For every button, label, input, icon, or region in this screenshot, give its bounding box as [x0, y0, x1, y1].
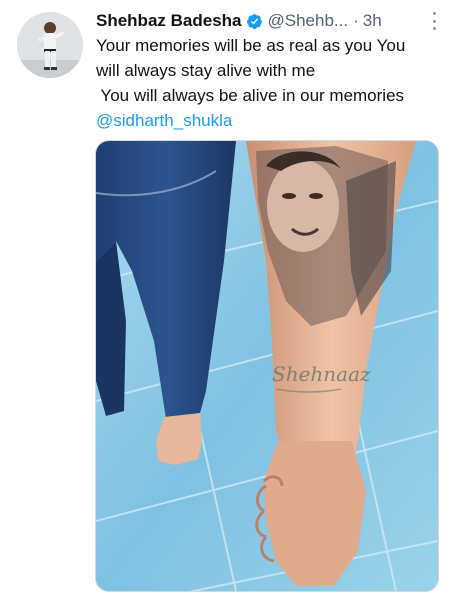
- tweet-photo[interactable]: Shehnaaz: [95, 140, 439, 592]
- timestamp[interactable]: 3h: [363, 11, 382, 31]
- tweet-text-line: Your memories will be as real as you You: [96, 36, 406, 55]
- mention-link[interactable]: @sidharth_shukla: [96, 108, 441, 133]
- handle[interactable]: @Shehb...: [268, 11, 349, 31]
- avatar[interactable]: [17, 12, 83, 78]
- tattoo-photo-image: Shehnaaz: [96, 141, 438, 591]
- tattoo-script-text: Shehnaaz: [272, 362, 371, 386]
- tweet-card[interactable]: Shehbaz Badesha @Shehb... · 3h Your memo…: [0, 0, 451, 600]
- tweet-header: Shehbaz Badesha @Shehb... · 3h: [96, 9, 441, 33]
- tweet-text-line: will always stay alive with me: [96, 61, 316, 80]
- tweet-text: Your memories will be as real as you You…: [96, 33, 441, 133]
- tweet-text-line: You will always be alive in our memories: [96, 86, 405, 105]
- verified-badge-icon: [246, 13, 263, 30]
- separator-dot: ·: [353, 11, 359, 30]
- display-name[interactable]: Shehbaz Badesha: [96, 11, 242, 31]
- more-options-icon[interactable]: [431, 12, 437, 30]
- avatar-image: [17, 12, 83, 78]
